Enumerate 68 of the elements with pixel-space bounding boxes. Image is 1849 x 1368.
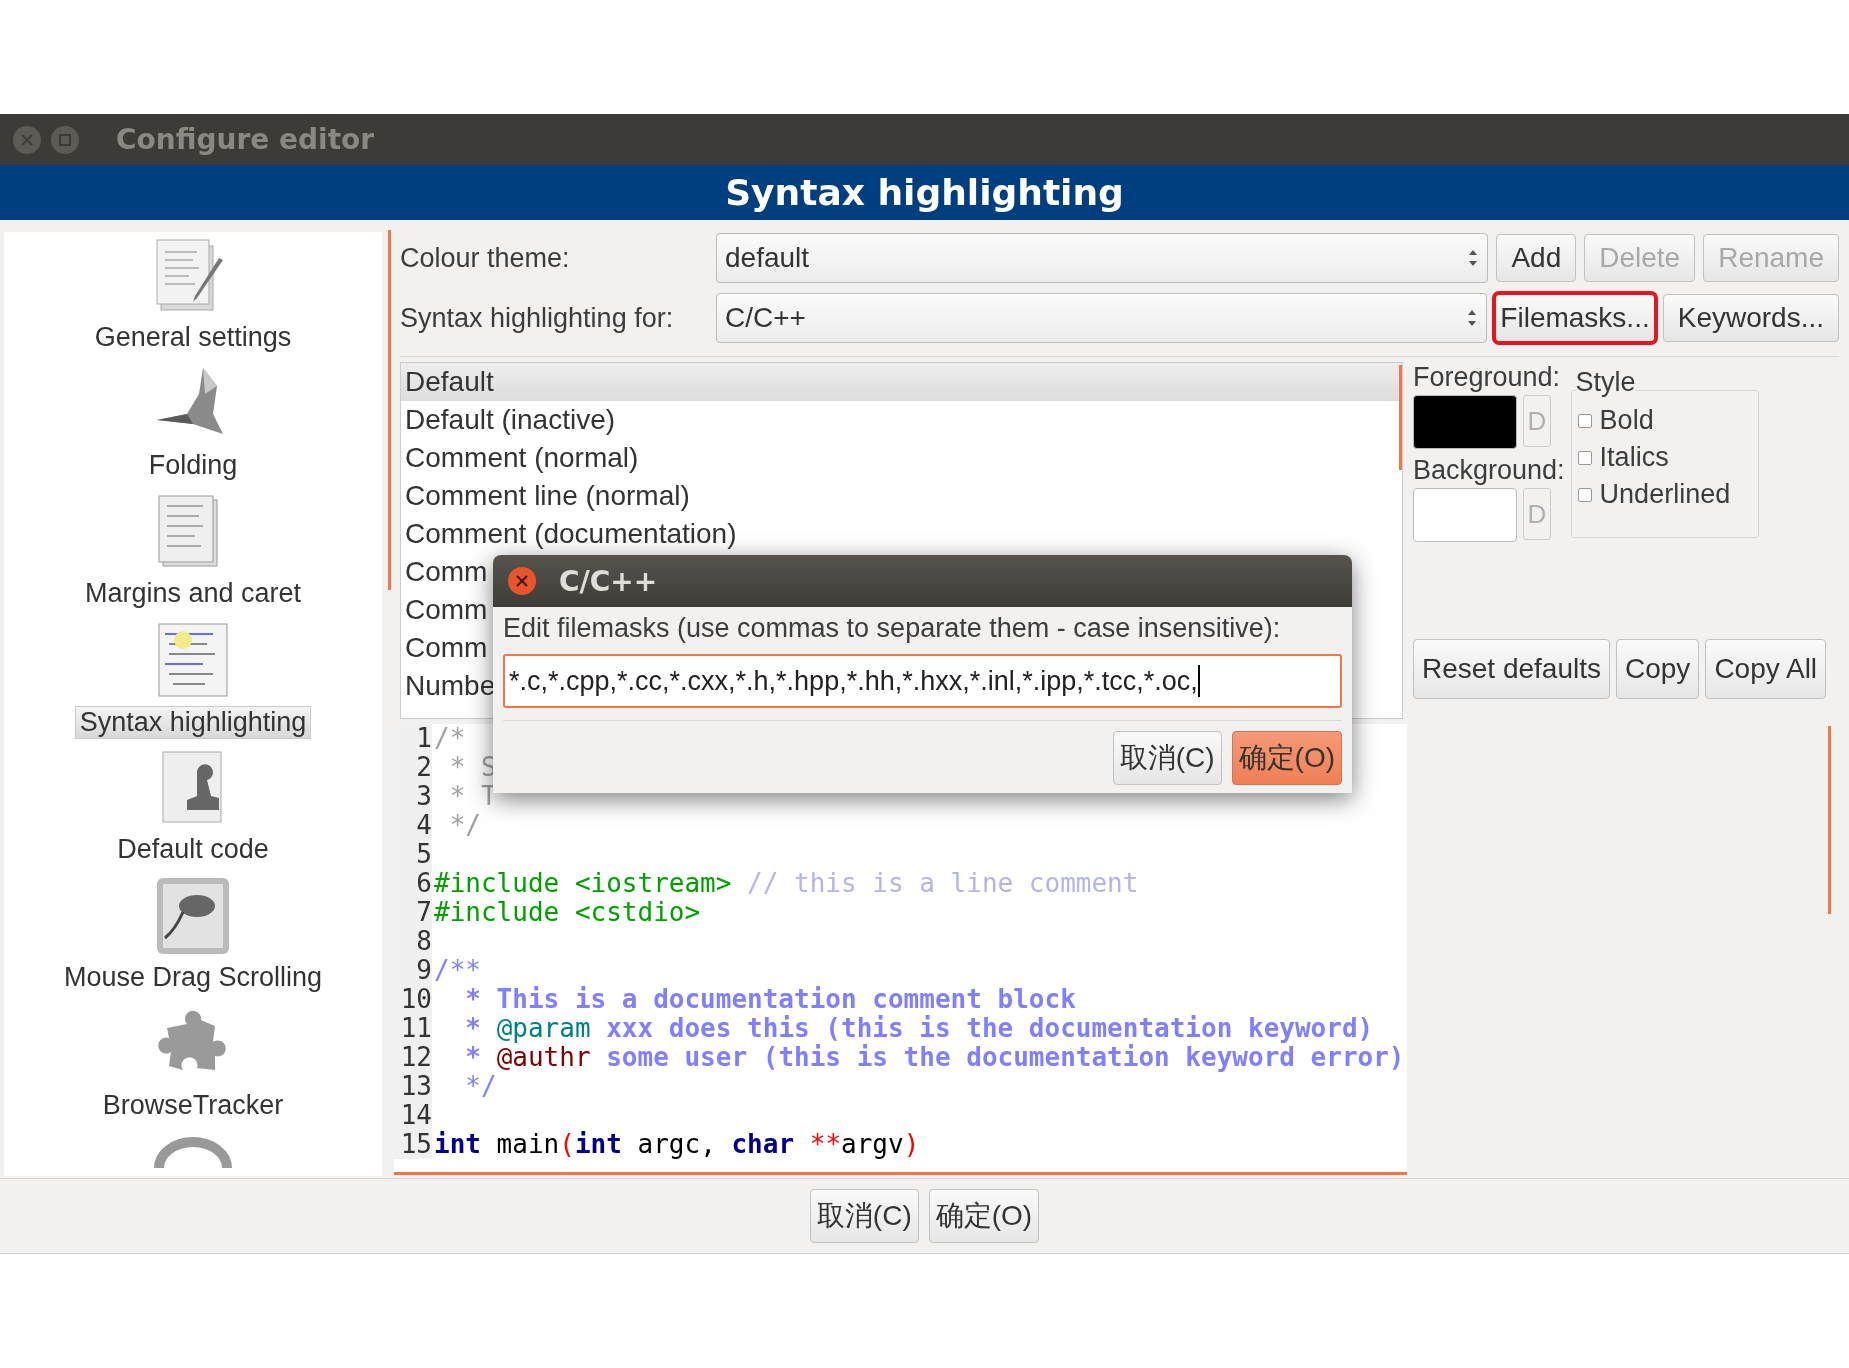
line-number: 15 — [394, 1130, 432, 1159]
line-number: 5 — [394, 840, 432, 869]
checkbox-label: Underlined — [1599, 479, 1731, 510]
style-action-button[interactable]: Reset defaults — [1413, 639, 1610, 699]
language-dropdown[interactable]: C/C++ — [716, 293, 1488, 343]
code-line: #include <iostream> // this is a line comment — [433, 869, 1139, 898]
code-line: */ — [464, 1072, 497, 1101]
code-line: /* — [433, 724, 466, 753]
style-list-item[interactable]: Default — [401, 363, 1402, 401]
filemasks-field[interactable]: *.c,*.cpp,*.cc,*.cxx,*.h,*.hpp,*.hh,*.hxx,*.inl,*.ipp,*.tcc,*.oc, — [503, 654, 1342, 708]
language-button[interactable]: Filemasks... — [1495, 294, 1655, 342]
dialog-prompt: Edit filemasks (use commas to separate them - case insensitive): — [503, 613, 1282, 644]
line-number: 8 — [394, 927, 432, 956]
code-line: * @authr some user (this is the documentation keyword error) — [464, 1043, 1405, 1072]
line-number: 12 — [394, 1043, 432, 1072]
sidebar-item[interactable]: Mouse Drag Scrolling — [59, 962, 327, 993]
code-line: #include <cstdio> — [433, 898, 701, 927]
window-title: Configure editor — [116, 123, 375, 156]
code-line: */ — [448, 811, 481, 840]
banner-title: Syntax highlighting — [725, 172, 1124, 213]
sidebar-item[interactable]: Folding — [144, 450, 242, 481]
style-list-item[interactable]: Comment line (normal) — [401, 477, 1402, 515]
line-number: 7 — [394, 898, 432, 927]
code-line: int main(int argc, char **argv) — [433, 1130, 920, 1159]
code-line: /** — [433, 956, 481, 985]
footer-button[interactable]: 确定(O) — [928, 1189, 1040, 1243]
line-number: 10 — [394, 985, 432, 1014]
close-icon[interactable] — [507, 566, 537, 596]
code-line: * @param xxx does this (this is the documentation keyword) — [464, 1014, 1374, 1043]
line-number: 1 — [394, 724, 432, 753]
style-list-item[interactable]: Comment (normal) — [401, 439, 1402, 477]
footer-button[interactable]: 取消(C) — [809, 1189, 919, 1243]
line-number: 4 — [394, 811, 432, 840]
line-number: 13 — [394, 1072, 432, 1101]
style-action-button[interactable]: Copy All — [1705, 639, 1827, 699]
foreground-label: Foreground: — [1413, 362, 1562, 393]
style-list-item[interactable]: Comment (documentation) — [401, 515, 1402, 553]
checkbox-label: Bold — [1599, 405, 1654, 436]
colour-swatch[interactable] — [1413, 395, 1517, 449]
line-number: 6 — [394, 869, 432, 898]
colour-swatch[interactable] — [1413, 488, 1517, 542]
checkbox[interactable] — [1577, 413, 1592, 428]
sidebar-item[interactable]: General settings — [90, 322, 296, 353]
language-button[interactable]: Keywords... — [1662, 294, 1839, 342]
colour-theme-dropdown[interactable]: default — [716, 233, 1489, 283]
language-label: Syntax highlighting for: — [400, 302, 675, 334]
code-line: * This is a documentation comment block — [464, 985, 1076, 1014]
colour-theme-label: Colour theme: — [400, 242, 571, 274]
checkbox[interactable] — [1577, 450, 1592, 465]
dialog-button[interactable]: 确定(O) — [1231, 731, 1342, 785]
sidebar-item[interactable]: Syntax highlighting — [74, 706, 312, 739]
line-number: 11 — [394, 1014, 432, 1043]
background-label: Background: — [1413, 455, 1565, 486]
sidebar-item[interactable]: BrowseTracker — [98, 1090, 288, 1121]
style-list-item[interactable]: Default (inactive) — [401, 401, 1402, 439]
theme-button[interactable]: Add — [1496, 234, 1577, 282]
sidebar-item[interactable]: Margins and caret — [80, 578, 306, 609]
dialog-button[interactable]: 取消(C) — [1112, 731, 1222, 785]
sidebar-item[interactable]: Default code — [113, 834, 273, 865]
line-number: 2 — [394, 753, 432, 782]
line-number: 9 — [394, 956, 432, 985]
checkbox-label: Italics — [1599, 442, 1669, 473]
maximize-icon[interactable] — [50, 124, 80, 155]
dialog-title: C/C++ — [559, 564, 658, 598]
line-number: 14 — [394, 1101, 432, 1130]
line-number: 3 — [394, 782, 432, 811]
style-action-button[interactable]: Copy — [1616, 639, 1700, 699]
checkbox[interactable] — [1577, 487, 1592, 502]
